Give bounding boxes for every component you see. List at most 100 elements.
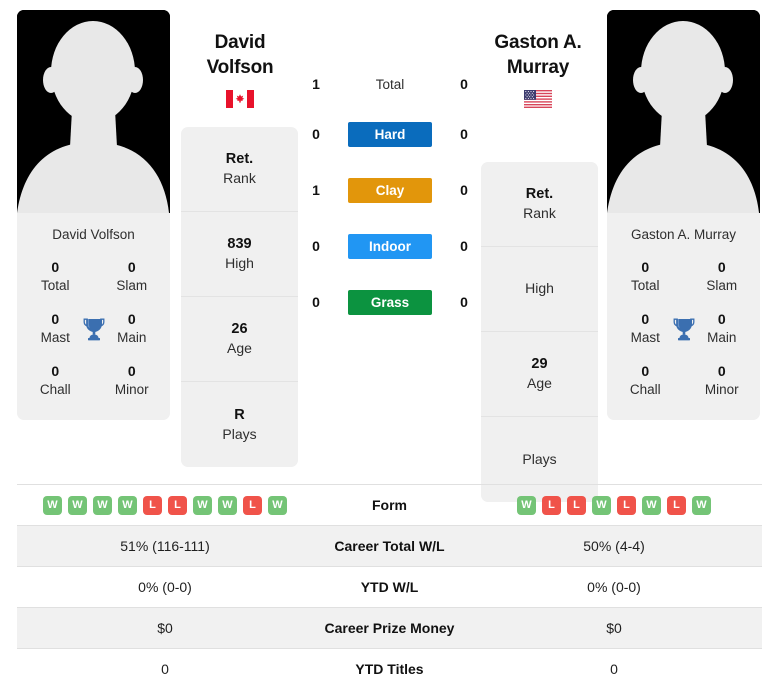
info-high-left: 839 High (181, 212, 298, 297)
title-stat-label: Minor (704, 382, 739, 398)
titles-grid-right: 0 Total 0 Slam 0 Mast 0 Main 0 Chall 0 M… (607, 251, 760, 407)
info-label: High (525, 280, 554, 297)
info-label: Rank (523, 205, 556, 222)
row-value-left: 51% (116-111) (17, 525, 313, 567)
form-badge-loss[interactable]: L (168, 495, 187, 515)
surface-left-count: 0 (312, 126, 320, 142)
form-badge-win[interactable]: W (517, 495, 536, 515)
surface-label-clay[interactable]: Clay (348, 177, 432, 203)
title-stat-label: Minor (114, 382, 149, 398)
title-stat-value: 0 (127, 363, 136, 380)
row-value-right: 0% (0-0) (466, 566, 762, 608)
title-stat-label: Chall (39, 382, 71, 398)
player-card-right: Gaston A. Murray 0 Total 0 Slam 0 Mast 0… (607, 10, 760, 420)
player-silhouette-icon (17, 10, 170, 213)
player-name-block-right: Gaston A. Murray (473, 30, 603, 108)
title-stat-value: 0 (51, 259, 60, 276)
form-badge-win[interactable]: W (218, 495, 237, 515)
title-stat-value: 0 (717, 363, 726, 380)
surface-label-hard[interactable]: Hard (348, 121, 432, 147)
title-stat-value: 0 (641, 363, 650, 380)
row-value-left: 0% (0-0) (17, 566, 313, 608)
title-stat-minor-right: 0 Minor (684, 355, 761, 407)
surface-row-total: 1 Total 0 (305, 62, 475, 106)
surface-right-count: 0 (460, 182, 468, 198)
form-badge-win[interactable]: W (118, 495, 137, 515)
surface-comparison: 1 Total 0 0 Hard 0 1 Clay 0 0 Indoor 0 0 (305, 62, 475, 330)
form-badges-left: WWWWLLWWLW (27, 495, 303, 515)
title-stat-total-left: 0 Total (17, 251, 94, 303)
info-value: Ret. (525, 186, 554, 203)
form-badge-loss[interactable]: L (542, 495, 561, 515)
title-stat-label: Slam (116, 278, 148, 294)
form-badge-loss[interactable]: L (667, 495, 686, 515)
info-stack-right: Ret. Rank High 29 Age Plays (481, 162, 598, 502)
row-label: Career Total W/L (313, 525, 466, 567)
form-badge-win[interactable]: W (193, 495, 212, 515)
surface-left-count: 1 (312, 182, 320, 198)
title-stat-value: 0 (51, 363, 60, 380)
info-rank-left: Ret. Rank (181, 127, 298, 212)
table-row-career-total-wl: 51% (116-111) Career Total W/L 50% (4-4) (17, 525, 762, 567)
row-label: YTD Titles (313, 648, 466, 690)
info-label: Plays (522, 450, 557, 467)
player-name-line2-left[interactable]: Volfson (175, 55, 305, 80)
surface-row-grass: 0 Grass 0 (305, 274, 475, 330)
title-stat-label: Total (40, 278, 70, 294)
form-badge-loss[interactable]: L (143, 495, 162, 515)
info-age-left: 26 Age (181, 297, 298, 382)
surface-row-hard: 0 Hard 0 (305, 106, 475, 162)
player-comparison-page: David Volfson 0 Total 0 Slam 0 Mast 0 Ma… (0, 0, 779, 699)
form-badge-win[interactable]: W (268, 495, 287, 515)
title-stat-value: 0 (641, 259, 650, 276)
surface-label-indoor[interactable]: Indoor (348, 233, 432, 259)
surface-left-count: 1 (312, 76, 320, 92)
table-row-form: WWWWLLWWLW Form WLLWLWLW (17, 484, 762, 526)
title-stat-chall-left: 0 Chall (17, 355, 94, 407)
form-badge-loss[interactable]: L (243, 495, 262, 515)
player-name-line1-right[interactable]: Gaston A. (473, 30, 603, 55)
info-value: Ret. (225, 151, 254, 168)
surface-left-count: 0 (312, 238, 320, 254)
titles-player-name-left: David Volfson (52, 227, 135, 242)
trophy-icon (81, 316, 107, 342)
info-label: Rank (223, 170, 256, 187)
titles-player-name-right: Gaston A. Murray (630, 227, 737, 242)
form-badge-win[interactable]: W (93, 495, 112, 515)
form-badge-loss[interactable]: L (617, 495, 636, 515)
surface-label-grass[interactable]: Grass (348, 289, 432, 315)
surface-right-count: 0 (460, 76, 468, 92)
title-stat-chall-right: 0 Chall (607, 355, 684, 407)
form-badge-win[interactable]: W (592, 495, 611, 515)
player-name-line2-right[interactable]: Murray (473, 55, 603, 80)
table-row-career-prize-money: $0 Career Prize Money $0 (17, 607, 762, 649)
info-label: Plays (222, 425, 257, 442)
player-name-line1-left[interactable]: David (175, 30, 305, 55)
title-stat-value: 0 (127, 259, 136, 276)
table-row-ytd-wl: 0% (0-0) YTD W/L 0% (0-0) (17, 566, 762, 608)
row-value-right: $0 (466, 607, 762, 649)
form-cell-left: WWWWLLWWLW (17, 484, 313, 526)
stats-comparison-table: WWWWLLWWLW Form WLLWLWLW 51% (116-111) C… (17, 484, 762, 690)
form-badge-win[interactable]: W (68, 495, 87, 515)
titles-grid-left: 0 Total 0 Slam 0 Mast 0 Main 0 Chall 0 M… (17, 251, 170, 407)
info-label: Age (527, 375, 552, 392)
flag-usa-icon (524, 89, 552, 108)
titles-card-left: David Volfson 0 Total 0 Slam 0 Mast 0 Ma… (17, 213, 170, 420)
player-silhouette-icon (607, 10, 760, 213)
row-value-left: $0 (17, 607, 313, 649)
title-stat-label: Slam (706, 278, 738, 294)
info-high-right: High (481, 247, 598, 332)
form-badge-win[interactable]: W (692, 495, 711, 515)
flag-canada-icon (226, 89, 254, 108)
form-badge-loss[interactable]: L (567, 495, 586, 515)
title-stat-minor-left: 0 Minor (94, 355, 171, 407)
title-stat-slam-right: 0 Slam (684, 251, 761, 303)
row-value-right: 50% (4-4) (466, 525, 762, 567)
player-photo-left[interactable] (17, 10, 170, 213)
info-value: R (234, 406, 245, 423)
info-plays-left: R Plays (181, 382, 298, 467)
form-badge-win[interactable]: W (642, 495, 661, 515)
form-badge-win[interactable]: W (43, 495, 62, 515)
player-photo-right[interactable] (607, 10, 760, 213)
